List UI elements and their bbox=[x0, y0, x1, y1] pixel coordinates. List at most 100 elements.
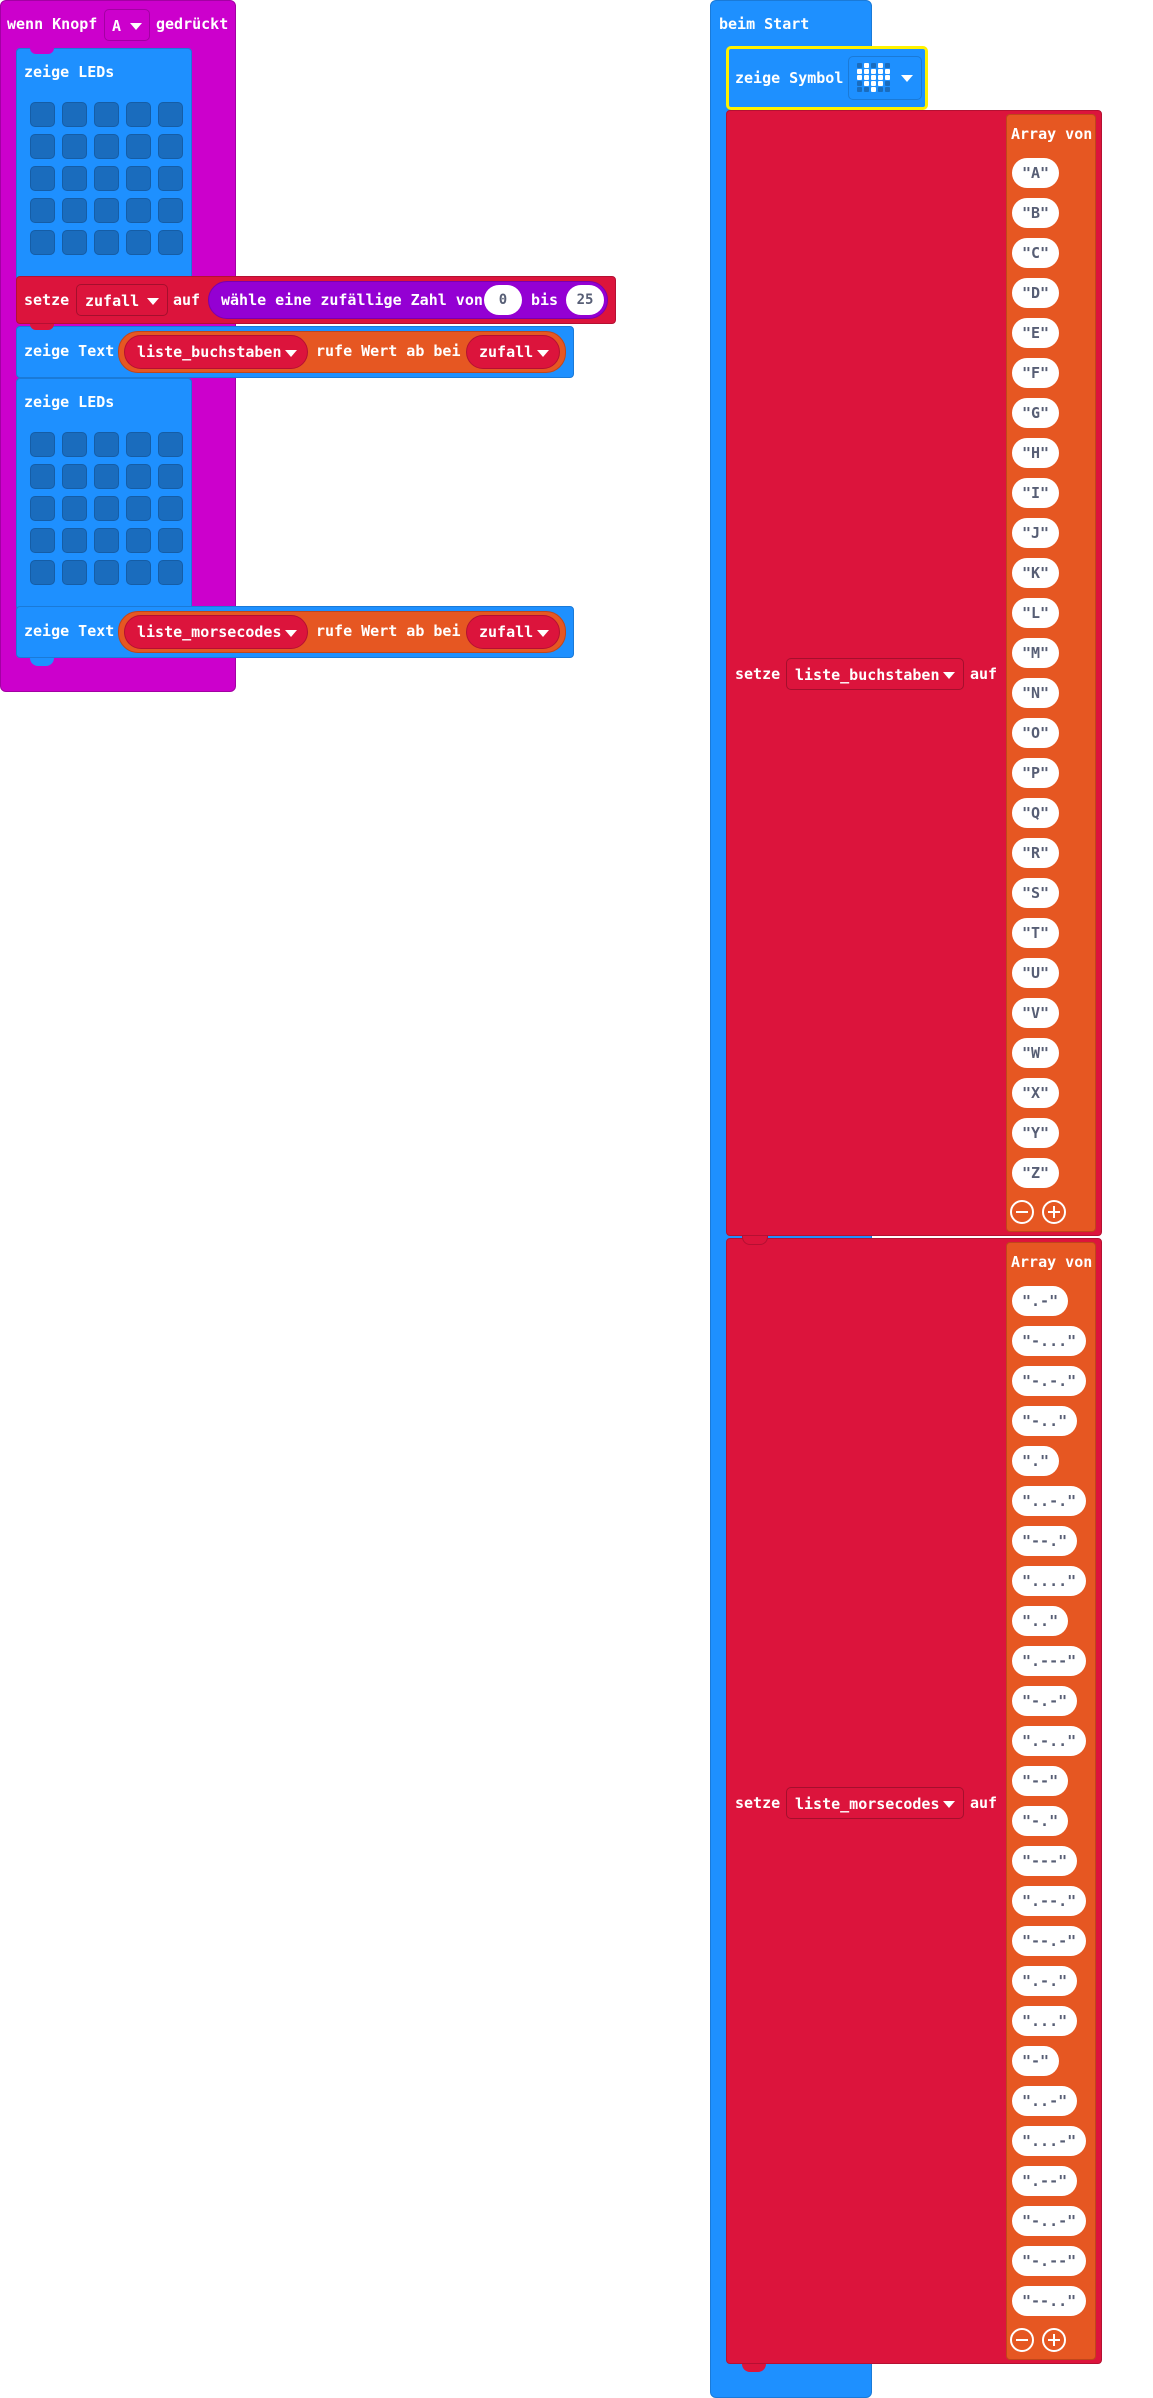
led-cell[interactable] bbox=[126, 560, 151, 585]
string-item[interactable]: "-..." bbox=[1012, 1326, 1087, 1356]
string-item[interactable]: ".." bbox=[1012, 1606, 1069, 1636]
string-item[interactable]: "-" bbox=[1012, 2046, 1060, 2076]
led-cell[interactable] bbox=[126, 496, 151, 521]
string-item[interactable]: "C" bbox=[1012, 238, 1060, 268]
led-cell[interactable] bbox=[30, 198, 55, 223]
led-cell[interactable] bbox=[94, 166, 119, 191]
string-item[interactable]: ".-.." bbox=[1012, 1726, 1087, 1756]
string-item[interactable]: ".--." bbox=[1012, 1886, 1087, 1916]
symbol-dropdown[interactable] bbox=[848, 56, 922, 100]
led-cell[interactable] bbox=[94, 102, 119, 127]
led-cell[interactable] bbox=[30, 560, 55, 585]
string-item[interactable]: "N" bbox=[1012, 678, 1060, 708]
led-cell[interactable] bbox=[158, 432, 183, 457]
list-variable-morsecodes[interactable]: liste_morsecodes bbox=[124, 615, 308, 649]
index-variable-zufall-2[interactable]: zufall bbox=[466, 615, 560, 649]
led-cell[interactable] bbox=[126, 528, 151, 553]
led-cell[interactable] bbox=[158, 464, 183, 489]
led-cell[interactable] bbox=[126, 134, 151, 159]
string-item[interactable]: "Z" bbox=[1012, 1158, 1060, 1188]
random-number-block[interactable]: wähle eine zufällige Zahl von bis bbox=[208, 281, 608, 319]
led-cell[interactable] bbox=[126, 464, 151, 489]
led-cell[interactable] bbox=[158, 166, 183, 191]
string-item[interactable]: "P" bbox=[1012, 758, 1060, 788]
led-cell[interactable] bbox=[158, 496, 183, 521]
random-from-input[interactable]: 0 bbox=[484, 285, 522, 315]
string-item[interactable]: "K" bbox=[1012, 558, 1060, 588]
led-cell[interactable] bbox=[30, 496, 55, 521]
random-to-input[interactable]: 25 bbox=[566, 285, 604, 315]
string-item[interactable]: "W" bbox=[1012, 1038, 1060, 1068]
led-cell[interactable] bbox=[158, 230, 183, 255]
string-item[interactable]: "L" bbox=[1012, 598, 1060, 628]
string-item[interactable]: "O" bbox=[1012, 718, 1060, 748]
string-item[interactable]: "--.." bbox=[1012, 2286, 1087, 2316]
string-item[interactable]: "-.." bbox=[1012, 1406, 1078, 1436]
led-cell[interactable] bbox=[62, 464, 87, 489]
led-cell[interactable] bbox=[158, 560, 183, 585]
string-item[interactable]: "I" bbox=[1012, 478, 1060, 508]
string-item[interactable]: "R" bbox=[1012, 838, 1060, 868]
string-item[interactable]: "--" bbox=[1012, 1766, 1069, 1796]
remove-item-button[interactable] bbox=[1010, 2328, 1034, 2352]
string-item[interactable]: "X" bbox=[1012, 1078, 1060, 1108]
string-item[interactable]: "D" bbox=[1012, 278, 1060, 308]
string-item[interactable]: "F" bbox=[1012, 358, 1060, 388]
led-cell[interactable] bbox=[158, 102, 183, 127]
led-cell[interactable] bbox=[126, 230, 151, 255]
string-item[interactable]: ".-" bbox=[1012, 1286, 1069, 1316]
string-item[interactable]: "U" bbox=[1012, 958, 1060, 988]
index-variable-zufall-1[interactable]: zufall bbox=[466, 335, 560, 369]
led-cell[interactable] bbox=[62, 102, 87, 127]
led-cell[interactable] bbox=[62, 560, 87, 585]
variable-dropdown-liste-buchstaben[interactable]: liste_buchstaben bbox=[786, 658, 964, 690]
led-cell[interactable] bbox=[30, 166, 55, 191]
led-cell[interactable] bbox=[62, 198, 87, 223]
led-cell[interactable] bbox=[158, 528, 183, 553]
led-cell[interactable] bbox=[158, 198, 183, 223]
string-item[interactable]: "E" bbox=[1012, 318, 1060, 348]
variable-dropdown-liste-morsecodes[interactable]: liste_morsecodes bbox=[786, 1787, 964, 1819]
string-item[interactable]: "Q" bbox=[1012, 798, 1060, 828]
led-cell[interactable] bbox=[62, 496, 87, 521]
string-item[interactable]: "...-" bbox=[1012, 2126, 1087, 2156]
led-cell[interactable] bbox=[94, 432, 119, 457]
string-item[interactable]: "-.-." bbox=[1012, 1366, 1087, 1396]
led-cell[interactable] bbox=[30, 102, 55, 127]
led-cell[interactable] bbox=[30, 134, 55, 159]
led-cell[interactable] bbox=[94, 464, 119, 489]
string-item[interactable]: "S" bbox=[1012, 878, 1060, 908]
led-cell[interactable] bbox=[94, 496, 119, 521]
string-item[interactable]: "-..-" bbox=[1012, 2206, 1087, 2236]
string-item[interactable]: ".---" bbox=[1012, 1646, 1087, 1676]
string-item[interactable]: "T" bbox=[1012, 918, 1060, 948]
led-cell[interactable] bbox=[158, 134, 183, 159]
string-item[interactable]: "-." bbox=[1012, 1806, 1069, 1836]
led-cell[interactable] bbox=[62, 432, 87, 457]
led-cell[interactable] bbox=[30, 432, 55, 457]
string-item[interactable]: "..-." bbox=[1012, 1486, 1087, 1516]
remove-item-button[interactable] bbox=[1010, 1200, 1034, 1224]
list-variable-buchstaben[interactable]: liste_buchstaben bbox=[124, 335, 308, 369]
string-item[interactable]: ".--" bbox=[1012, 2166, 1078, 2196]
led-cell[interactable] bbox=[62, 528, 87, 553]
string-item[interactable]: "--." bbox=[1012, 1526, 1078, 1556]
string-item[interactable]: "H" bbox=[1012, 438, 1060, 468]
led-cell[interactable] bbox=[94, 560, 119, 585]
string-item[interactable]: "A" bbox=[1012, 158, 1060, 188]
led-cell[interactable] bbox=[62, 230, 87, 255]
led-cell[interactable] bbox=[62, 166, 87, 191]
string-item[interactable]: "V" bbox=[1012, 998, 1060, 1028]
string-item[interactable]: "B" bbox=[1012, 198, 1060, 228]
led-cell[interactable] bbox=[30, 230, 55, 255]
led-cell[interactable] bbox=[30, 464, 55, 489]
led-cell[interactable] bbox=[30, 528, 55, 553]
string-item[interactable]: "--.-" bbox=[1012, 1926, 1087, 1956]
led-cell[interactable] bbox=[126, 432, 151, 457]
led-cell[interactable] bbox=[94, 528, 119, 553]
add-item-button[interactable] bbox=[1042, 1200, 1066, 1224]
led-cell[interactable] bbox=[126, 166, 151, 191]
string-item[interactable]: "J" bbox=[1012, 518, 1060, 548]
add-item-button[interactable] bbox=[1042, 2328, 1066, 2352]
led-cell[interactable] bbox=[94, 134, 119, 159]
